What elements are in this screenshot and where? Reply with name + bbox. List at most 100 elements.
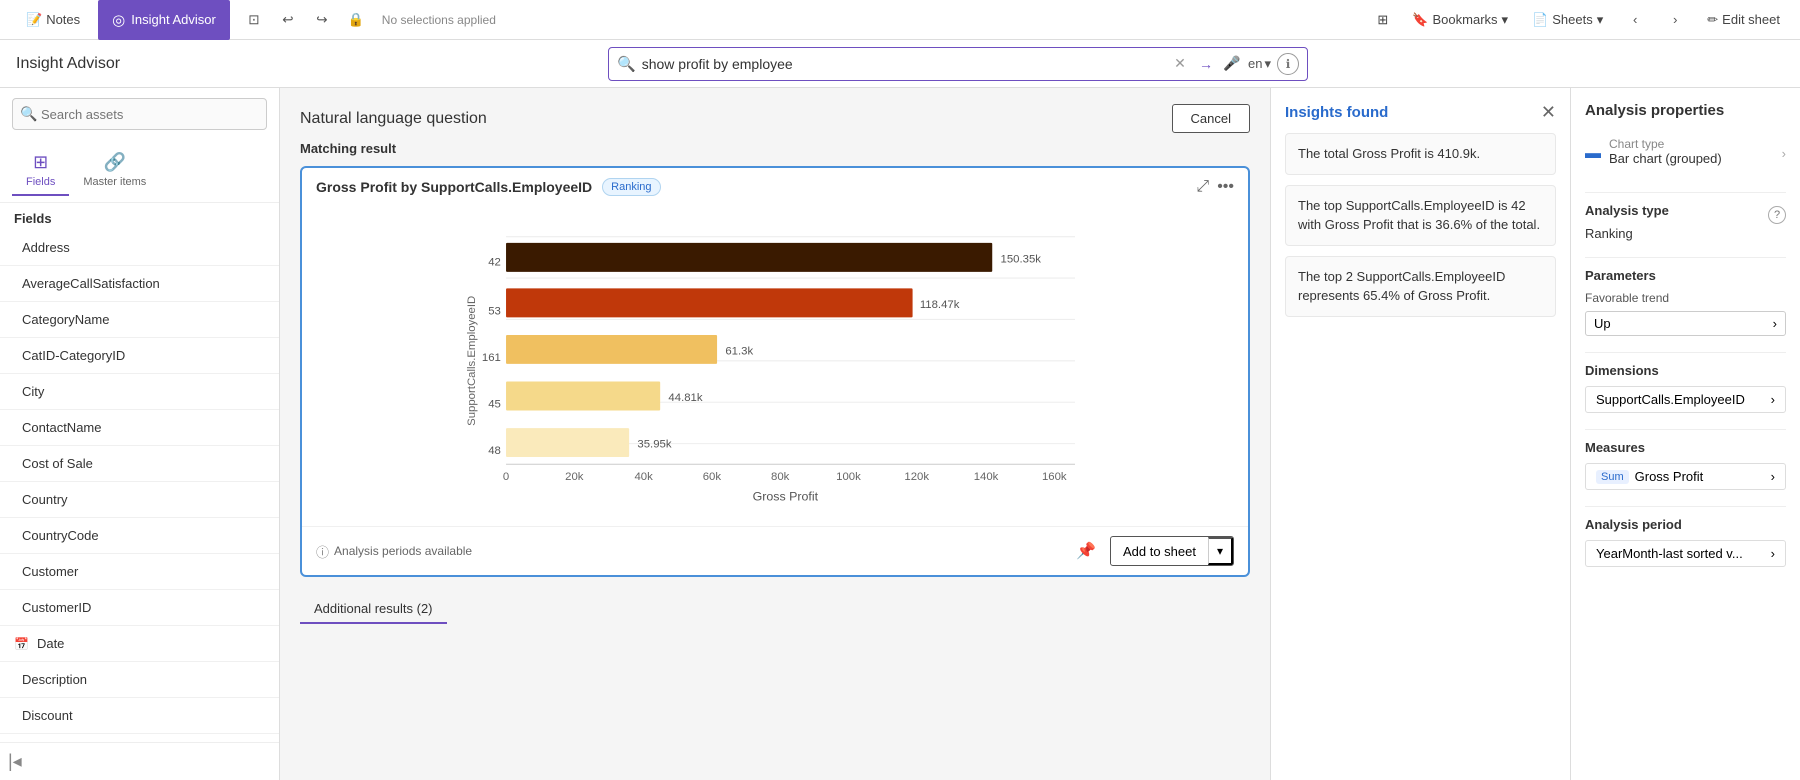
list-item[interactable]: Description [0,662,279,698]
undo-btn[interactable]: ↩ [272,4,304,36]
list-item[interactable]: Address [0,230,279,266]
lang-selector[interactable]: en ▾ [1248,56,1271,72]
measure-pill[interactable]: Sum Gross Profit › [1585,463,1786,490]
field-label: Country [22,492,68,507]
favorable-trend-row: Favorable trend [1585,291,1786,305]
edit-sheet-label: Edit sheet [1722,12,1780,27]
list-item[interactable]: CountryCode [0,518,279,554]
list-item[interactable]: ContactName [0,410,279,446]
divider [1585,192,1786,193]
cancel-button[interactable]: Cancel [1172,104,1250,133]
mic-btn[interactable]: 🎤 [1222,54,1242,74]
insights-panel: Insights found ✕ The total Gross Profit … [1270,88,1570,780]
bar-chart-svg: SupportCalls.EmployeeID 42 150.35k 53 11… [322,216,1228,516]
svg-text:60k: 60k [703,471,722,483]
dimensions-section: Dimensions SupportCalls.EmployeeID › [1585,363,1786,413]
analysis-period-pill[interactable]: YearMonth-last sorted v... › [1585,540,1786,567]
svg-text:140k: 140k [974,471,999,483]
measure-sum-badge: Sum [1596,470,1629,484]
list-item[interactable]: CustomerID [0,590,279,626]
svg-text:SupportCalls.EmployeeID: SupportCalls.EmployeeID [466,296,478,426]
analysis-period-value: YearMonth-last sorted v... [1596,546,1743,561]
list-item[interactable]: CategoryName [0,302,279,338]
measures-section: Measures Sum Gross Profit › [1585,440,1786,490]
search-arrow-btn[interactable]: → [1196,54,1216,74]
lock-btn[interactable]: 🔒 [340,4,372,36]
sidebar-nav-fields[interactable]: ⊞ Fields [12,146,69,196]
chart-type-item[interactable]: ▬ Chart type Bar chart (grouped) › [1585,131,1786,176]
chart-menu-btn[interactable]: ••• [1217,178,1234,196]
svg-text:20k: 20k [565,471,584,483]
list-item[interactable]: CatID-CategoryID [0,338,279,374]
expand-chart-btn[interactable]: ⤢ [1196,178,1209,196]
tab-insight-advisor[interactable]: ◎ Insight Advisor [98,0,230,40]
field-label: CategoryName [22,312,109,327]
analysis-period-section: Analysis period YearMonth-last sorted v.… [1585,517,1786,567]
list-item[interactable]: Customer [0,554,279,590]
divider [1585,257,1786,258]
sidebar-nav-master-items[interactable]: 🔗 Master items [69,146,160,196]
chart-area: SupportCalls.EmployeeID 42 150.35k 53 11… [302,206,1248,526]
analysis-type-wrap: Analysis type ? [1585,203,1786,226]
insights-header: Insights found ✕ [1285,102,1556,123]
bookmarks-btn[interactable]: 🔖 Bookmarks ▾ [1404,8,1516,32]
add-to-sheet-dropdown-btn[interactable]: ▾ [1208,537,1233,565]
field-label: Customer [22,564,78,579]
favorable-trend-select[interactable]: Up › [1585,311,1786,336]
chart-type-value: Bar chart (grouped) [1609,151,1722,166]
chart-pin-btn[interactable]: 📌 [1070,535,1102,567]
search-assets-input[interactable] [12,98,267,130]
analysis-type-value: Ranking [1585,226,1786,241]
insight-item-2: The top SupportCalls.EmployeeID is 42 wi… [1285,185,1556,246]
list-item[interactable]: Country [0,482,279,518]
additional-results-tab[interactable]: Additional results (2) [300,595,447,624]
add-to-sheet-btn-wrap: Add to sheet ▾ [1110,536,1234,566]
additional-results: Additional results (2) [300,587,1250,632]
insights-close-btn[interactable]: ✕ [1541,102,1556,123]
svg-text:48: 48 [488,445,501,457]
list-item[interactable]: Cost of Sale [0,446,279,482]
sidebar-collapse-btn[interactable]: |◂ [8,751,22,771]
help-icon[interactable]: ? [1768,206,1786,224]
chart-type-info: Chart type Bar chart (grouped) [1609,137,1722,170]
svg-text:40k: 40k [634,471,653,483]
tab-notes[interactable]: 📝 Notes [12,0,94,40]
list-item[interactable]: City [0,374,279,410]
list-item[interactable]: Discount [0,698,279,734]
additional-results-label: Additional results (2) [314,601,433,616]
search-right: ✕ → 🎤 en ▾ ℹ [1170,53,1299,75]
list-item[interactable]: 📅Date [0,626,279,662]
insight-item-3: The top 2 SupportCalls.EmployeeID repres… [1285,256,1556,317]
main-layout: 🔍 ⊞ Fields 🔗 Master items Fields Address… [0,88,1800,780]
grid-view-btn[interactable]: ⊞ [1369,8,1396,32]
svg-text:61.3k: 61.3k [725,346,753,358]
chart-type-section: ▬ Chart type Bar chart (grouped) › [1585,131,1786,176]
chart-title-area: Gross Profit by SupportCalls.EmployeeID … [316,178,661,196]
measure-chevron-icon: › [1771,469,1775,484]
nav-forward-btn[interactable]: › [1659,4,1691,36]
sheets-btn[interactable]: 📄 Sheets ▾ [1524,8,1611,32]
svg-text:80k: 80k [771,471,790,483]
info-btn[interactable]: ℹ [1277,53,1299,75]
measure-content: Sum Gross Profit [1596,469,1703,484]
measure-value: Gross Profit [1635,469,1704,484]
insight-icon: ◎ [112,11,125,29]
search-input[interactable] [642,56,1164,72]
redo-btn[interactable]: ↪ [306,4,338,36]
search-box[interactable]: 🔍 ✕ → 🎤 en ▾ ℹ [608,47,1308,81]
search-clear-btn[interactable]: ✕ [1170,54,1190,74]
screenshot-btn[interactable]: ⊡ [238,4,270,36]
divider [1585,429,1786,430]
field-label: Cost of Sale [22,456,93,471]
insight-label: Insight Advisor [131,12,216,27]
dimension-pill[interactable]: SupportCalls.EmployeeID › [1585,386,1786,413]
add-to-sheet-button[interactable]: Add to sheet [1111,539,1208,564]
lang-chevron-icon: ▾ [1265,56,1272,72]
nav-back-btn[interactable]: ‹ [1619,4,1651,36]
edit-sheet-btn[interactable]: ✏ Edit sheet [1699,8,1788,32]
sidebar-header: 🔍 [0,88,279,140]
parameters-title: Parameters [1585,268,1786,283]
divider [1585,506,1786,507]
list-item[interactable]: AverageCallSatisfaction [0,266,279,302]
lang-label: en [1248,56,1262,71]
